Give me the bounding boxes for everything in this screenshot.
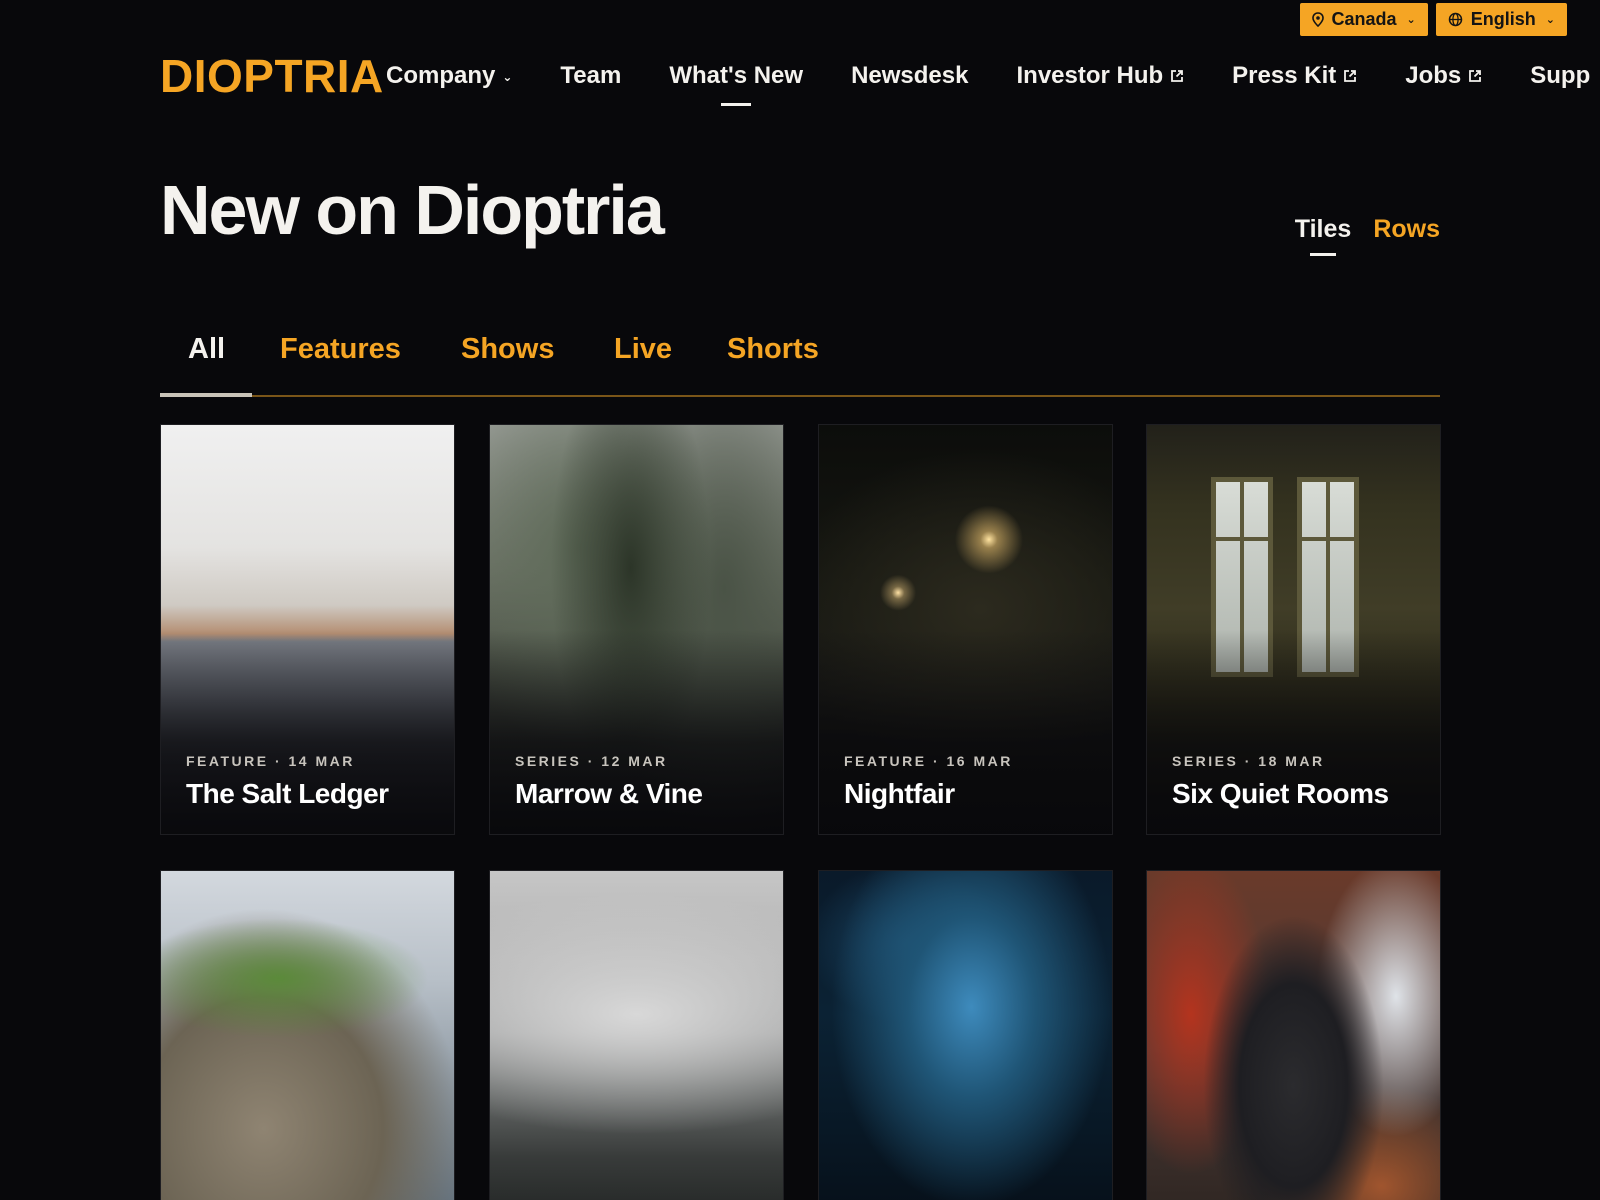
tab-all[interactable]: All: [188, 333, 225, 366]
tile-card[interactable]: [818, 870, 1113, 1200]
nav-item-label: Press Kit: [1232, 62, 1337, 89]
tile-title: Marrow & Vine: [515, 778, 703, 809]
view-option-tiles[interactable]: Tiles: [1295, 215, 1351, 256]
globe-icon: [1448, 12, 1463, 27]
tile-card[interactable]: [160, 870, 455, 1200]
tile-image: [819, 871, 1112, 1200]
filter-tabs: All Features Shows Live Shorts: [160, 325, 1440, 397]
nav-item-label: Investor Hub: [1016, 62, 1164, 89]
tile-image: [161, 871, 454, 1200]
tile-title: Six Quiet Rooms: [1172, 778, 1389, 809]
page-title: New on Dioptria: [160, 171, 665, 249]
tile-image: [1147, 871, 1440, 1200]
external-link-icon: [1469, 70, 1482, 82]
tab-live[interactable]: Live: [614, 333, 672, 366]
map-pin-icon: [1311, 12, 1324, 27]
region-selector[interactable]: Canada ⌄: [1299, 3, 1428, 36]
tile-card[interactable]: SERIES · 18 MAR Six Quiet Rooms: [1146, 424, 1441, 835]
chevron-down-icon: ⌄: [1545, 14, 1555, 26]
region-label: Canada: [1331, 9, 1397, 29]
nav-item-label: Jobs: [1405, 62, 1462, 89]
nav-item-investor-hub[interactable]: Investor Hub: [1016, 62, 1184, 90]
nav-item-label: Team: [560, 62, 622, 89]
tile-title: The Salt Ledger: [186, 778, 389, 809]
nav-item-label: Company: [386, 62, 496, 89]
tab-features[interactable]: Features: [280, 333, 401, 366]
tile-meta: SERIES · 18 MAR: [1172, 753, 1325, 769]
tile-meta: FEATURE · 14 MAR: [186, 753, 355, 769]
nav-item-team[interactable]: Team: [560, 62, 621, 90]
nav-item-jobs[interactable]: Jobs: [1405, 62, 1482, 90]
nav-item-label: Newsdesk: [851, 62, 969, 89]
tile-card[interactable]: [1146, 870, 1441, 1200]
language-selector[interactable]: English ⌄: [1435, 3, 1567, 36]
tile-title: Nightfair: [844, 778, 955, 809]
tab-shows[interactable]: Shows: [461, 333, 554, 366]
active-tab-indicator: [160, 393, 252, 397]
main-nav: Company ⌄ Team What's New Newsdesk Inves…: [386, 56, 1600, 106]
nav-item-support[interactable]: Supp: [1530, 62, 1590, 90]
external-link-icon: [1344, 70, 1357, 82]
language-label: English: [1470, 9, 1536, 29]
tile-meta: SERIES · 12 MAR: [515, 753, 668, 769]
tile-card[interactable]: FEATURE · 16 MAR Nightfair: [818, 424, 1113, 835]
external-link-icon: [1171, 70, 1184, 82]
tile-card[interactable]: FEATURE · 14 MAR The Salt Ledger: [160, 424, 455, 835]
chevron-down-icon: ⌄: [1406, 14, 1416, 26]
nav-item-company[interactable]: Company ⌄: [386, 62, 512, 90]
nav-item-label: What's New: [669, 62, 804, 89]
nav-item-label: Supp: [1530, 62, 1591, 89]
tile-meta: FEATURE · 16 MAR: [844, 753, 1013, 769]
tile-card[interactable]: [489, 870, 784, 1200]
tab-shorts[interactable]: Shorts: [727, 333, 819, 366]
tile-card[interactable]: SERIES · 12 MAR Marrow & Vine: [489, 424, 784, 835]
nav-item-press-kit[interactable]: Press Kit: [1232, 62, 1357, 90]
nav-item-newsdesk[interactable]: Newsdesk: [851, 62, 968, 90]
chevron-down-icon: ⌄: [502, 70, 513, 84]
view-toggle: Tiles Rows: [1295, 215, 1440, 256]
nav-item-whats-new[interactable]: What's New: [669, 62, 804, 106]
view-option-rows[interactable]: Rows: [1373, 215, 1440, 244]
tile-image: [490, 871, 783, 1200]
utility-bar: Canada ⌄ English ⌄: [1299, 3, 1567, 36]
logo[interactable]: DIOPTRIA: [160, 49, 384, 103]
